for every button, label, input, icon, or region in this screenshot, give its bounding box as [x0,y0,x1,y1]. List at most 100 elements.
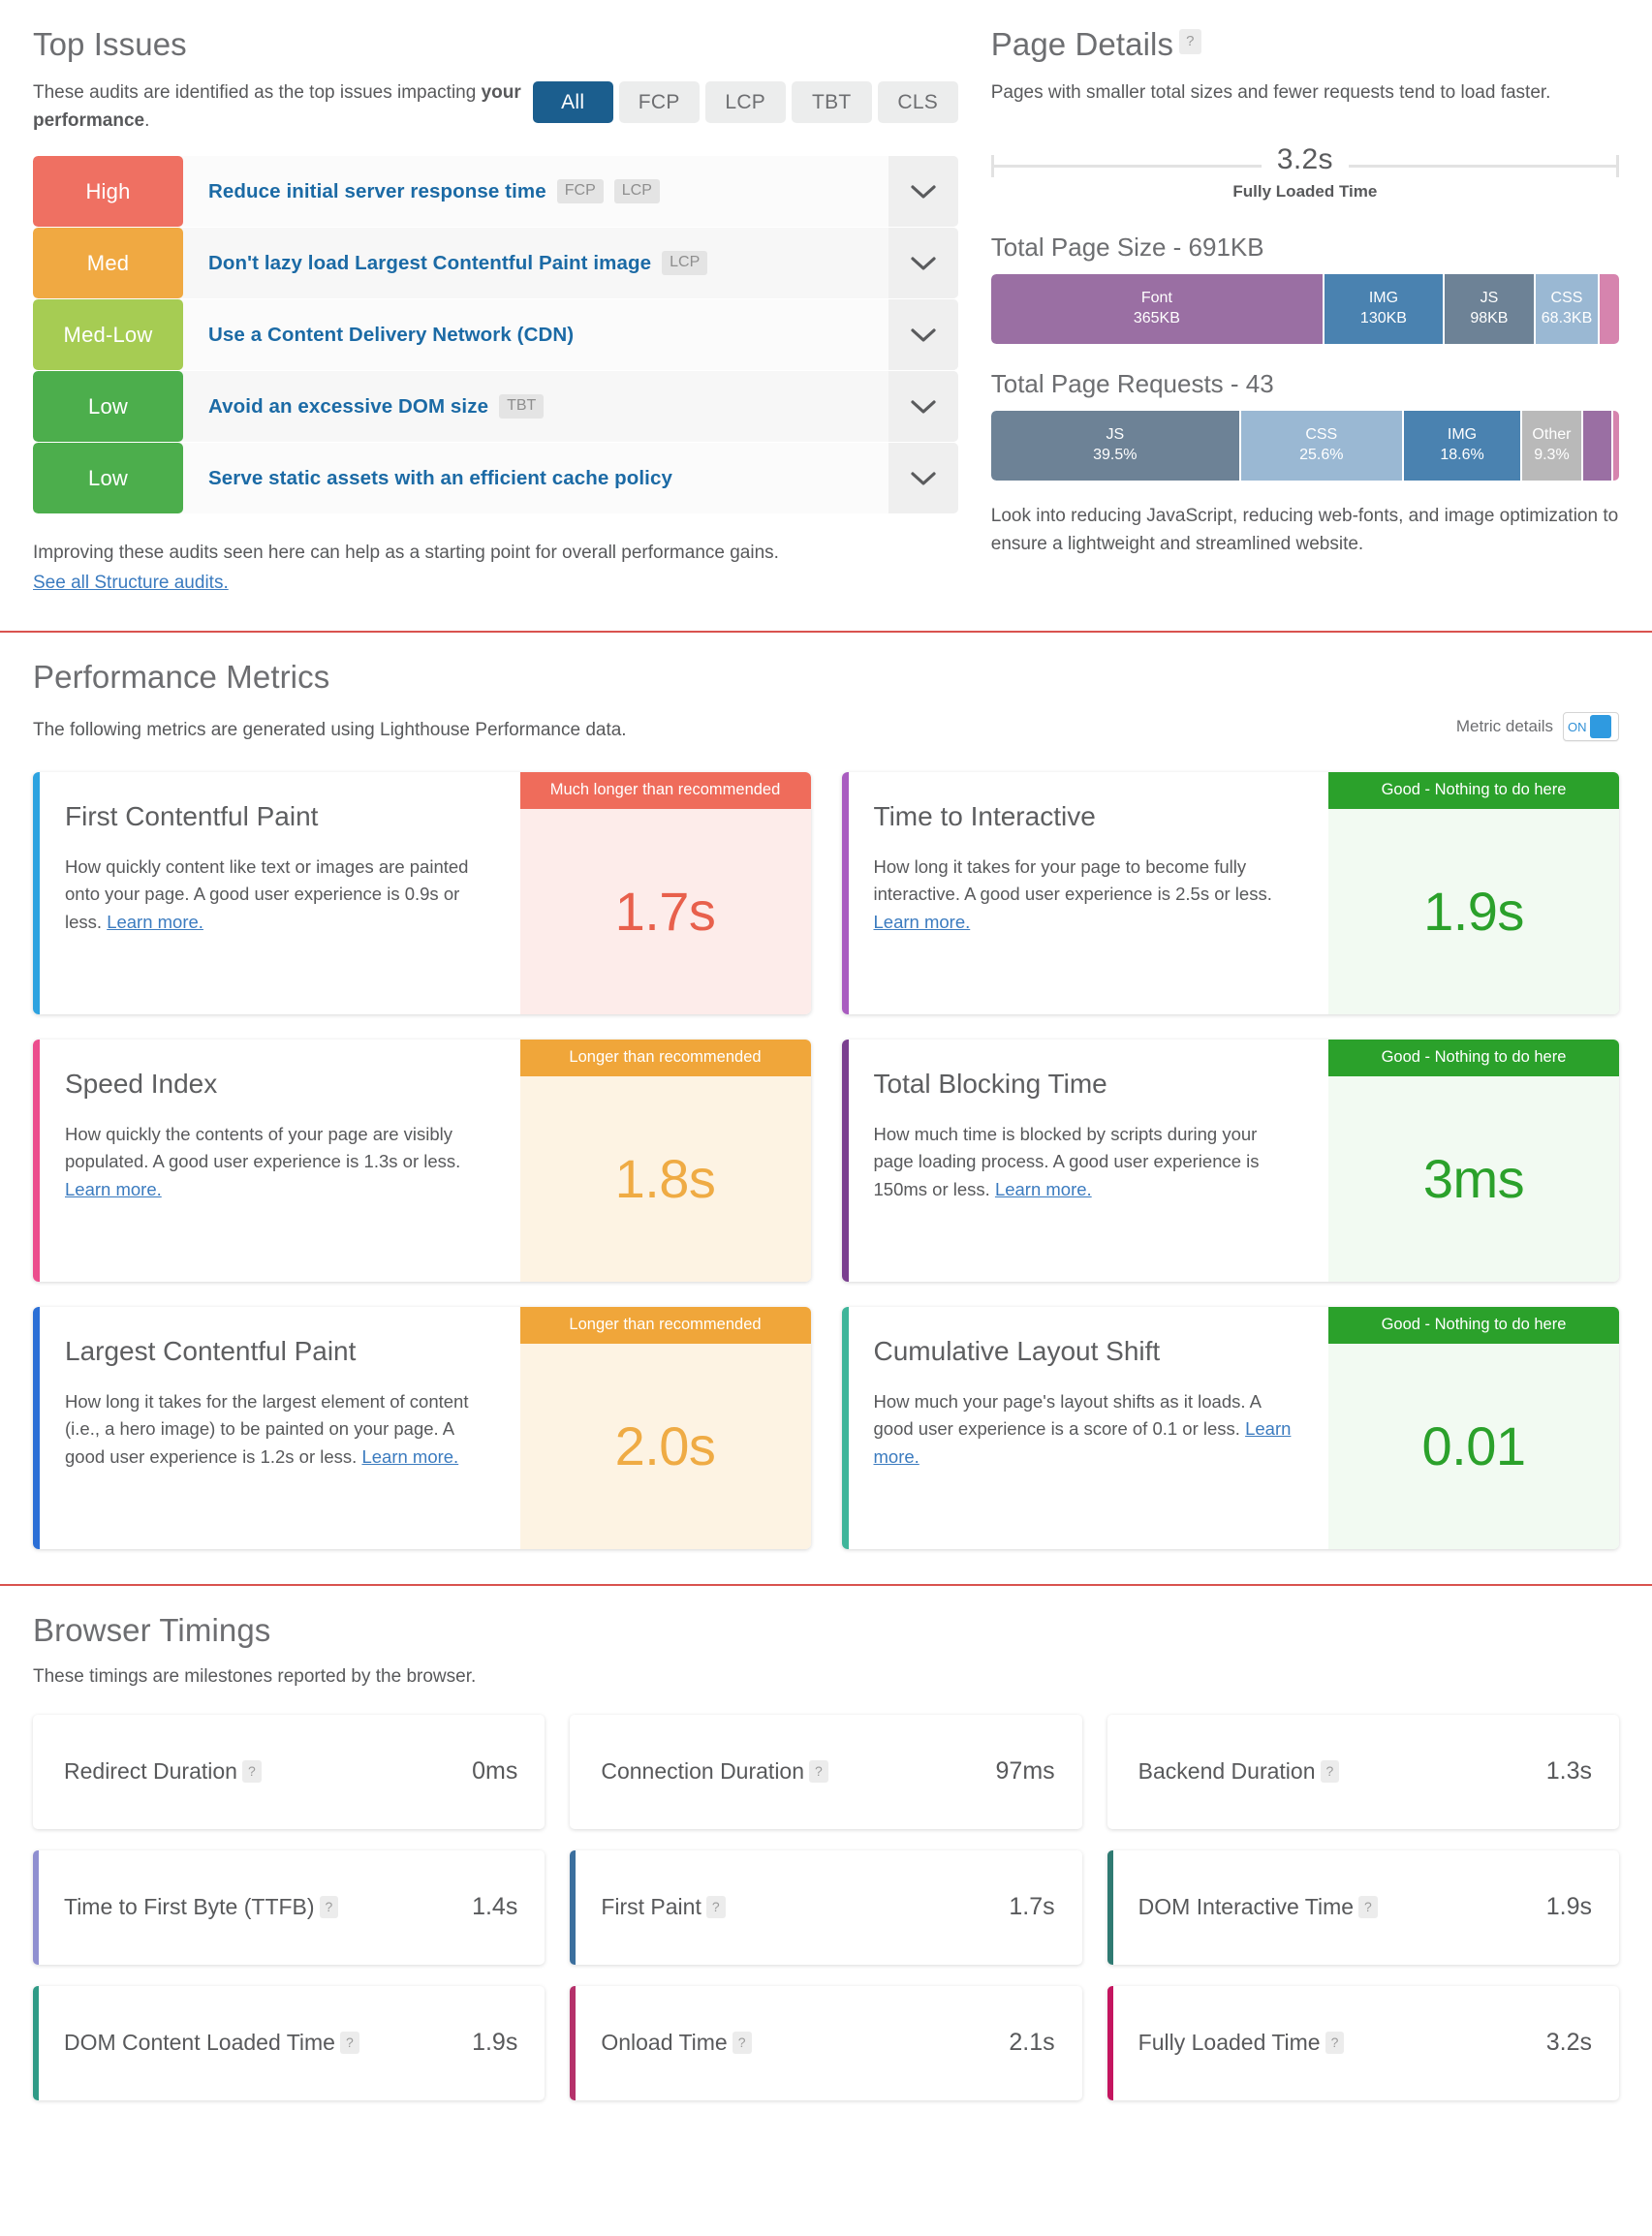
timing-value: 0ms [472,1757,518,1786]
metric-score-panel: Longer than recommended 1.8s [519,1040,811,1283]
issue-row[interactable]: Low Serve static assets with an efficient… [33,443,958,514]
chart-segment-value: 39.5% [1093,446,1138,463]
chevron-down-icon[interactable] [888,228,958,299]
issue-title[interactable]: Use a Content Delivery Network (CDN) [208,324,574,347]
help-icon[interactable]: ? [1358,1895,1378,1918]
issue-tag: FCP [556,179,604,204]
metric-score-panel: Longer than recommended 2.0s [519,1307,811,1550]
timing-value: 2.1s [1009,2029,1055,2057]
metric-body: Total Blocking Time How much time is bloc… [849,1040,1329,1282]
help-icon[interactable]: ? [732,2031,752,2054]
performance-report-page: Top Issues These audits are identified a… [0,0,1652,2143]
learn-more-link[interactable]: Learn more. [361,1446,458,1467]
browser-timings-subtitle: These timings are milestones reported by… [33,1665,477,1687]
chevron-down-icon[interactable] [888,371,958,443]
chart-segment-label: Font [1140,290,1172,307]
issue-filter-fcp[interactable]: FCP [618,81,700,124]
browser-timing-card: Time to First Byte (TTFB)? 1.4s [33,1849,545,1965]
issue-title[interactable]: Serve static assets with an efficient ca… [208,467,672,490]
metric-value-wrap: 1.9s [1328,809,1619,1015]
issue-title[interactable]: Avoid an excessive DOM size [208,395,488,419]
learn-more-link[interactable]: Learn more. [107,912,203,932]
chart-segment-value: 130KB [1359,309,1407,326]
help-icon[interactable]: ? [319,1895,339,1918]
issue-row[interactable]: Low Avoid an excessive DOM size TBT [33,371,958,443]
metric-card: First Contentful Paint How quickly conten… [33,772,811,1015]
issue-row[interactable]: Med Don't lazy load Largest Contentful Pa… [33,228,958,299]
chart-segment-label: JS [1480,290,1499,307]
timing-label-text: DOM Content Loaded Time [64,2030,335,2056]
chevron-down-icon[interactable] [888,443,958,514]
toggle-state-label: ON [1568,719,1587,734]
metric-body: Time to Interactive How long it takes for… [849,772,1329,1014]
chart-segment-value: 18.6% [1440,446,1484,463]
timing-inner: Onload Time? 2.1s [576,1986,1081,2100]
metric-value: 1.7s [614,881,716,943]
issue-filter-all[interactable]: All [532,81,613,124]
issue-filter-lcp[interactable]: LCP [704,81,786,124]
timing-label: Fully Loaded Time? [1138,2029,1345,2057]
help-icon[interactable]: ? [1320,1759,1340,1783]
metric-accent-bar [33,1307,40,1550]
metric-description: How quickly content like text or images … [65,854,493,935]
chart-segment: IMG 18.6% [1403,410,1521,481]
see-all-structure-audits-link[interactable]: See all Structure audits. [33,573,229,593]
metric-name: Time to Interactive [873,801,1096,832]
metric-status-badge: Longer than recommended [519,1307,811,1344]
top-issues-header-row: These audits are identified as the top i… [33,79,958,135]
metric-value-wrap: 1.8s [520,1076,811,1283]
help-icon[interactable]: ? [241,1759,262,1783]
browser-timing-card: Onload Time? 2.1s [570,1985,1082,2100]
chart-segment-label: CSS [1550,290,1583,307]
metric-body: Largest Contentful Paint How long it take… [40,1307,520,1549]
help-icon[interactable]: ? [339,2031,359,2054]
issue-title[interactable]: Reduce initial server response time [208,180,546,203]
chevron-down-icon[interactable] [888,299,958,371]
chart-segment-label: IMG [1447,426,1478,444]
issue-row[interactable]: High Reduce initial server response time F… [33,156,958,228]
issue-row[interactable]: Med-Low Use a Content Delivery Network (C… [33,299,958,371]
chart-segment: CSS 68.3KB [1535,273,1599,344]
help-icon[interactable]: ? [705,1895,726,1918]
help-icon[interactable]: ? [1325,2031,1345,2054]
learn-more-link[interactable]: Learn more. [874,912,971,932]
metric-status-badge: Good - Nothing to do here [1328,772,1619,809]
issue-severity-badge: Low [33,443,183,514]
metric-score-panel: Much longer than recommended 1.7s [519,772,811,1015]
metric-value: 3ms [1422,1148,1525,1210]
help-icon[interactable]: ? [1179,29,1201,55]
page-details-panel: Page Details? Pages with smaller total s… [987,26,1619,598]
learn-more-link[interactable]: Learn more. [995,1179,1092,1199]
timing-inner: Redirect Duration? 0ms [39,1715,545,1829]
learn-more-link[interactable]: Learn more. [65,1179,162,1199]
issue-filter-cls[interactable]: CLS [877,81,958,124]
performance-metrics-subtitle: The following metrics are generated usin… [33,719,627,740]
issue-filter-tbt[interactable]: TBT [791,81,872,124]
metric-name: Largest Contentful Paint [65,1336,357,1367]
browser-timing-card: DOM Interactive Time? 1.9s [1107,1849,1619,1965]
issue-content: Reduce initial server response time FCP LC… [183,156,888,227]
chart-segment-label: CSS [1305,426,1338,444]
issue-title[interactable]: Don't lazy load Largest Contentful Paint… [208,252,651,275]
timing-label: Onload Time? [601,2029,752,2057]
metric-name: Speed Index [65,1069,218,1100]
metric-accent-bar [841,1040,849,1283]
top-band: Top Issues These audits are identified a… [0,0,1652,634]
browser-timing-card: Backend Duration? 1.3s [1107,1714,1619,1829]
timing-value: 1.9s [472,2029,518,2057]
timing-inner: Backend Duration? 1.3s [1113,1715,1619,1829]
timing-label: Time to First Byte (TTFB)? [64,1893,339,1921]
performance-metrics-section: Performance Metrics The following metric… [0,633,1652,1587]
timing-label: First Paint? [601,1893,726,1921]
page-details-description: Pages with smaller total sizes and fewer… [990,82,1551,104]
help-icon[interactable]: ? [809,1759,828,1783]
page-details-title-text: Page Details [990,26,1174,62]
browser-timings-section: Browser Timings These timings are milest… [0,1586,1652,2142]
metric-value-wrap: 1.7s [520,809,811,1015]
metric-details-toggle[interactable]: ON [1563,712,1619,742]
chevron-down-icon[interactable] [888,156,958,228]
gauge-cap-right [1616,154,1619,177]
chart-segment: Other 9.3% [1522,410,1581,481]
timing-label-text: Fully Loaded Time [1138,2030,1321,2056]
timing-label-text: Connection Duration [601,1758,805,1785]
